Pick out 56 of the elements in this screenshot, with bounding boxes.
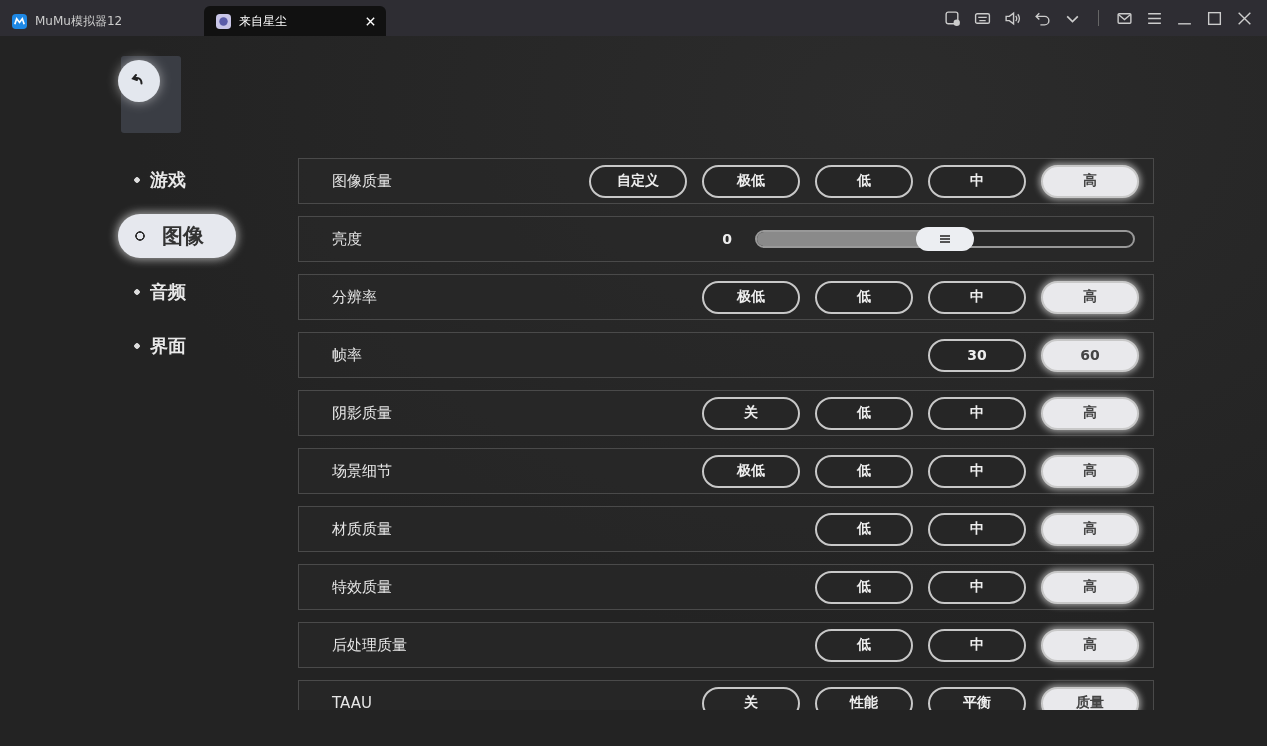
option-button[interactable]: 关	[702, 396, 800, 430]
slider-thumb[interactable]	[916, 227, 974, 251]
option-button[interactable]: 关	[702, 686, 800, 710]
option-button[interactable]: 60	[1041, 338, 1139, 372]
option-button[interactable]: 高	[1041, 164, 1139, 198]
option-button[interactable]: 中	[928, 512, 1026, 546]
grip-icon	[939, 234, 951, 244]
option-button[interactable]: 低	[815, 628, 913, 662]
setting-label: 亮度	[332, 229, 363, 249]
setting-label: 帧率	[332, 345, 363, 365]
option-button[interactable]: 性能	[815, 686, 913, 710]
setting-label: 特效质量	[332, 577, 393, 597]
tab[interactable]: MuMu模拟器12	[0, 6, 182, 36]
option-button[interactable]: 高	[1041, 396, 1139, 430]
option-button[interactable]: 中	[928, 570, 1026, 604]
game-icon	[216, 13, 231, 29]
option-button[interactable]: 中	[928, 280, 1026, 314]
setting-label: 材质质量	[332, 519, 393, 539]
option-button[interactable]: 高	[1041, 512, 1139, 546]
option-button[interactable]: 高	[1041, 280, 1139, 314]
option-button[interactable]: 中	[928, 396, 1026, 430]
tab[interactable]: 来自星尘	[204, 6, 386, 36]
close-tab-icon[interactable]	[365, 15, 376, 27]
sidebar-item[interactable]: 图像	[118, 214, 236, 258]
option-button[interactable]: 质量	[1041, 686, 1139, 710]
option-button[interactable]: 低	[815, 164, 913, 198]
option-button[interactable]: 极低	[702, 454, 800, 488]
option-button[interactable]: 高	[1041, 570, 1139, 604]
option-button[interactable]: 中	[928, 164, 1026, 198]
option-button[interactable]: 自定义	[589, 164, 687, 198]
option-button[interactable]: 低	[815, 454, 913, 488]
option-button[interactable]: 平衡	[928, 686, 1026, 710]
screenshot-icon[interactable]	[944, 9, 961, 27]
slider-value: 0	[722, 231, 732, 247]
option-button[interactable]: 低	[815, 512, 913, 546]
option-button[interactable]: 低	[815, 570, 913, 604]
option-button[interactable]: 高	[1041, 628, 1139, 662]
option-button[interactable]: 中	[928, 454, 1026, 488]
setting-label: 场景细节	[332, 461, 393, 481]
speaker-icon[interactable]	[1004, 9, 1021, 27]
setting-label: 阴影质量	[332, 403, 393, 423]
option-button[interactable]: 30	[928, 338, 1026, 372]
setting-label: 后处理质量	[332, 635, 408, 655]
option-button[interactable]: 低	[815, 280, 913, 314]
option-button[interactable]: 极低	[702, 280, 800, 314]
setting-label: 图像质量	[332, 171, 393, 191]
app-logo-icon	[12, 13, 27, 29]
maximize-icon[interactable]	[1206, 9, 1223, 27]
option-button[interactable]: 极低	[702, 164, 800, 198]
back-button[interactable]	[118, 60, 160, 102]
slider-track[interactable]	[755, 230, 1135, 248]
option-button[interactable]: 中	[928, 628, 1026, 662]
setting-label: 分辨率	[332, 287, 378, 307]
setting-label: TAAU	[332, 694, 373, 710]
option-button[interactable]: 低	[815, 396, 913, 430]
option-button[interactable]: 高	[1041, 454, 1139, 488]
